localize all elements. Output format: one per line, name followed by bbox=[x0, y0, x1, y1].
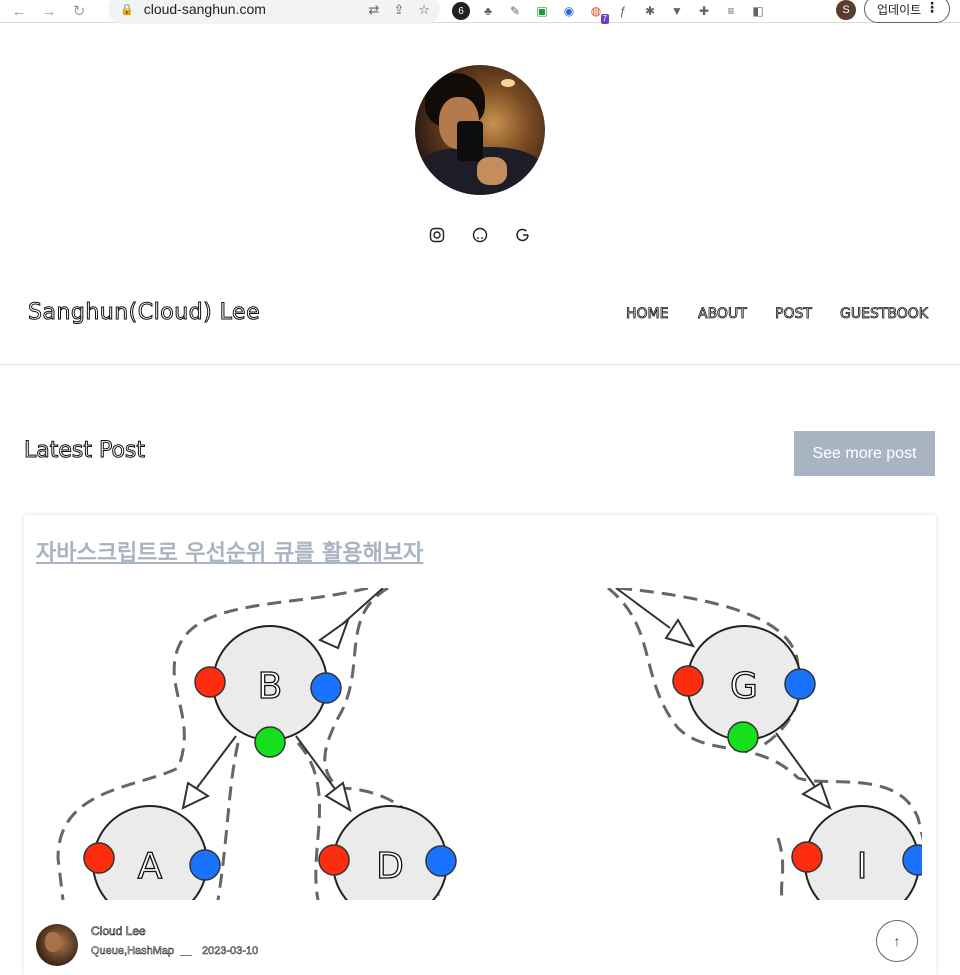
extension-icon[interactable]: ▣ bbox=[533, 2, 551, 20]
nav-guestbook[interactable]: GUESTBOOK bbox=[840, 306, 929, 323]
author-avatar bbox=[36, 924, 78, 966]
post-card[interactable]: 자바스크립트로 우선순위 큐를 활용해보자 B G A D I Cloud Le… bbox=[24, 515, 936, 975]
translate-icon[interactable]: ⇄ bbox=[369, 2, 380, 18]
function-icon[interactable]: ƒ bbox=[614, 2, 632, 20]
extension-icon[interactable]: ◍ 7 bbox=[587, 2, 609, 24]
instagram-icon[interactable] bbox=[428, 226, 446, 244]
post-title[interactable]: 자바스크립트로 우선순위 큐를 활용해보자 bbox=[36, 535, 423, 567]
nav-about[interactable]: ABOUT bbox=[698, 306, 748, 323]
vue-icon[interactable]: ▼ bbox=[668, 2, 686, 20]
nav-post[interactable]: POST bbox=[775, 306, 813, 323]
extension-icon[interactable]: ◉ bbox=[560, 2, 578, 20]
arrow-left-icon[interactable]: ← bbox=[8, 0, 30, 22]
more-vert-icon: ⋮ bbox=[925, 0, 939, 15]
bookmark-star-icon[interactable]: ☆ bbox=[418, 2, 430, 18]
profile-avatar[interactable]: S bbox=[836, 0, 856, 20]
site-title[interactable]: Sanghun(Cloud) Lee bbox=[27, 300, 260, 326]
update-button[interactable]: 업데이트 ⋮ bbox=[864, 0, 950, 23]
reload-icon[interactable]: ↻ bbox=[68, 0, 90, 22]
post-tags[interactable]: Queue,HashMap bbox=[91, 945, 175, 958]
extensions-bar: 6 ♣ ✎ ▣ ◉ ◍ 7 ƒ ✱ ▼ ✚ ≡ ◧ bbox=[452, 2, 767, 24]
puzzle-icon[interactable]: ✚ bbox=[695, 2, 713, 20]
extension-badge: 7 bbox=[600, 14, 609, 24]
share-icon[interactable]: ⇪ bbox=[393, 2, 404, 18]
node-label: A bbox=[138, 846, 163, 887]
github-icon[interactable] bbox=[471, 226, 489, 244]
node-label: G bbox=[730, 666, 758, 707]
browser-toolbar: ← → ↻ 🔒 cloud-sanghun.com ⇄ ⇪ ☆ 6 ♣ ✎ ▣ … bbox=[0, 0, 960, 24]
google-icon[interactable] bbox=[514, 226, 532, 244]
sidepanel-icon[interactable]: ◧ bbox=[749, 2, 767, 20]
author-name: Cloud Lee bbox=[91, 924, 146, 939]
post-thumbnail[interactable]: B G A D I bbox=[38, 588, 922, 900]
arrow-up-icon: ↑ bbox=[893, 933, 901, 949]
address-bar[interactable]: 🔒 cloud-sanghun.com ⇄ ⇪ ☆ bbox=[108, 0, 440, 24]
playlist-icon[interactable]: ≡ bbox=[722, 2, 740, 20]
eyedropper-icon[interactable]: ✎ bbox=[506, 2, 524, 20]
profile-photo bbox=[415, 65, 545, 195]
bug-icon[interactable]: ✱ bbox=[641, 2, 659, 20]
section-title: Latest Post bbox=[23, 438, 146, 464]
node-label: D bbox=[376, 846, 404, 887]
lock-icon: 🔒 bbox=[120, 3, 134, 16]
post-date: 2023-03-10 bbox=[202, 945, 259, 958]
header-divider bbox=[0, 364, 960, 365]
meta-separator bbox=[180, 955, 192, 956]
arrow-right-icon[interactable]: → bbox=[38, 0, 60, 22]
node-label: B bbox=[258, 666, 283, 707]
update-label: 업데이트 bbox=[877, 2, 922, 17]
nav-home[interactable]: HOME bbox=[626, 306, 669, 323]
scroll-top-button[interactable]: ↑ bbox=[876, 920, 918, 962]
node-label: I bbox=[857, 846, 868, 887]
extension-icon[interactable]: 6 bbox=[452, 2, 470, 20]
see-more-post-button[interactable]: See more post bbox=[794, 431, 935, 476]
url-text[interactable]: cloud-sanghun.com bbox=[144, 1, 266, 17]
extension-icon[interactable]: ♣ bbox=[479, 2, 497, 20]
